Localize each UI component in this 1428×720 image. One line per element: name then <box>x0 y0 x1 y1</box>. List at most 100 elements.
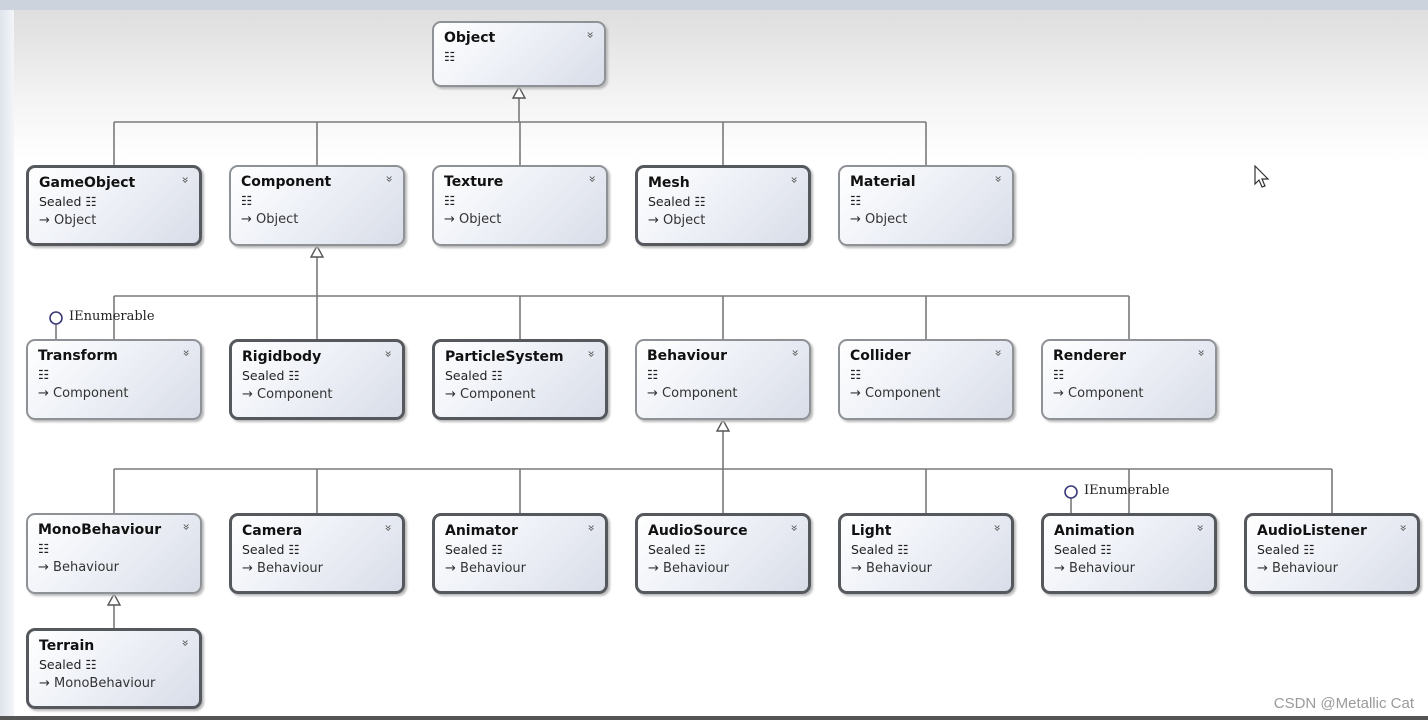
class-node-monobehaviour[interactable]: MonoBehaviour » ☷ → Behaviour <box>26 513 202 594</box>
base-class-name: Behaviour <box>53 560 120 575</box>
class-kind: Sealed ☷ <box>445 542 503 557</box>
base-class-name: Component <box>865 386 941 401</box>
chevron-double-down-icon[interactable]: » <box>991 175 1005 182</box>
base-class-name: Component <box>53 386 129 401</box>
chevron-double-down-icon[interactable]: » <box>1193 524 1207 531</box>
class-node-transform[interactable]: Transform » ☷ → Component <box>26 339 202 420</box>
class-icon: ☷ <box>1053 367 1065 382</box>
chevron-double-down-icon[interactable]: » <box>787 524 801 531</box>
class-name: Animator <box>445 523 518 539</box>
base-class-name: Component <box>1068 386 1144 401</box>
class-node-light[interactable]: Light » Sealed ☷ → Behaviour <box>838 513 1014 594</box>
class-kind: Sealed ☷ <box>1257 542 1315 557</box>
class-node-terrain[interactable]: Terrain » Sealed ☷ → MonoBehaviour <box>26 628 202 709</box>
class-kind: ☷ <box>241 193 252 208</box>
sealed-label: Sealed <box>648 542 691 557</box>
class-node-renderer[interactable]: Renderer » ☷ → Component <box>1041 339 1217 420</box>
class-kind: Sealed ☷ <box>851 542 909 557</box>
chevron-double-down-icon[interactable]: » <box>178 639 192 646</box>
class-node-material[interactable]: Material » ☷ → Object <box>838 165 1014 246</box>
chevron-double-down-icon[interactable]: » <box>788 349 802 356</box>
class-node-animator[interactable]: Animator » Sealed ☷ → Behaviour <box>432 513 608 594</box>
class-name: Renderer <box>1053 348 1127 364</box>
class-name: AudioSource <box>648 523 748 539</box>
class-node-animation[interactable]: Animation » Sealed ☷ → Behaviour <box>1041 513 1217 594</box>
class-node-object[interactable]: Object » ☷ <box>432 21 606 87</box>
chevron-double-down-icon[interactable]: » <box>584 524 598 531</box>
inheritance-arrow-icon: → <box>648 561 659 576</box>
sealed-label: Sealed <box>648 194 691 209</box>
inheritance-arrow-icon: → <box>648 213 659 228</box>
inheritance-arrow-icon: → <box>242 387 253 402</box>
chevron-double-down-icon[interactable]: » <box>991 349 1005 356</box>
base-class-name: Object <box>459 212 502 227</box>
class-icon: ☷ <box>444 193 456 208</box>
class-node-rigidbody[interactable]: Rigidbody » Sealed ☷ → Component <box>229 339 405 420</box>
bottom-border <box>0 716 1428 720</box>
chevron-double-down-icon[interactable]: » <box>382 175 396 182</box>
class-name: Texture <box>444 174 504 190</box>
chevron-double-down-icon[interactable]: » <box>179 523 193 530</box>
class-kind: ☷ <box>850 193 861 208</box>
class-kind: Sealed ☷ <box>648 194 706 209</box>
chevron-double-down-icon[interactable]: » <box>1194 349 1208 356</box>
sealed-label: Sealed <box>39 657 82 672</box>
class-icon: ☷ <box>85 194 97 209</box>
chevron-double-down-icon[interactable]: » <box>1396 524 1410 531</box>
chevron-double-down-icon[interactable]: » <box>990 524 1004 531</box>
class-name: Object <box>444 30 496 46</box>
chevron-double-down-icon[interactable]: » <box>787 176 801 183</box>
chevron-double-down-icon[interactable]: » <box>585 175 599 182</box>
class-name: ParticleSystem <box>445 349 564 365</box>
class-icon: ☷ <box>694 194 706 209</box>
class-node-audiolistener[interactable]: AudioListener » Sealed ☷ → Behaviour <box>1244 513 1420 594</box>
class-name: Collider <box>850 348 911 364</box>
generalization-arrow-monobehaviour <box>106 592 122 606</box>
class-icon: ☷ <box>850 367 862 382</box>
class-node-gameobject[interactable]: GameObject » Sealed ☷ → Object <box>26 165 202 246</box>
class-icon: ☷ <box>85 657 97 672</box>
inheritance-arrow-icon: → <box>39 676 50 691</box>
chevron-double-down-icon[interactable]: » <box>179 349 193 356</box>
class-icon: ☷ <box>491 368 503 383</box>
base-class-name: Behaviour <box>1272 561 1339 576</box>
class-icon: ☷ <box>38 541 50 556</box>
sealed-label: Sealed <box>39 194 82 209</box>
class-node-camera[interactable]: Camera » Sealed ☷ → Behaviour <box>229 513 405 594</box>
lollipop-interface-icon <box>49 311 63 325</box>
inheritance-arrow-icon: → <box>38 560 49 575</box>
base-class-name: Object <box>54 213 97 228</box>
chevron-double-down-icon[interactable]: » <box>584 350 598 357</box>
base-class: → Component <box>647 386 738 401</box>
inheritance-arrow-icon: → <box>242 561 253 576</box>
class-icon: ☷ <box>288 368 300 383</box>
base-class-name: Behaviour <box>1069 561 1136 576</box>
chevron-double-down-icon[interactable]: » <box>381 350 395 357</box>
chevron-double-down-icon[interactable]: » <box>583 31 597 38</box>
base-class: → Behaviour <box>38 560 119 575</box>
class-node-particlesystem[interactable]: ParticleSystem » Sealed ☷ → Component <box>432 339 608 420</box>
class-icon: ☷ <box>1100 542 1112 557</box>
class-name: AudioListener <box>1257 523 1367 539</box>
class-node-audiosource[interactable]: AudioSource » Sealed ☷ → Behaviour <box>635 513 811 594</box>
class-node-component[interactable]: Component » ☷ → Object <box>229 165 405 246</box>
inheritance-arrow-icon: → <box>444 212 455 227</box>
inheritance-arrow-icon: → <box>851 561 862 576</box>
chevron-double-down-icon[interactable]: » <box>381 524 395 531</box>
chevron-double-down-icon[interactable]: » <box>178 176 192 183</box>
class-icon: ☷ <box>850 193 862 208</box>
class-icon: ☷ <box>1303 542 1315 557</box>
class-node-collider[interactable]: Collider » ☷ → Component <box>838 339 1014 420</box>
base-class: → Object <box>241 212 298 227</box>
sealed-label: Sealed <box>242 542 285 557</box>
inheritance-arrow-icon: → <box>241 212 252 227</box>
interface-label: IEnumerable <box>1084 483 1170 498</box>
class-node-behaviour[interactable]: Behaviour » ☷ → Component <box>635 339 811 420</box>
sealed-label: Sealed <box>242 368 285 383</box>
class-name: GameObject <box>39 175 136 191</box>
class-node-mesh[interactable]: Mesh » Sealed ☷ → Object <box>635 165 811 246</box>
class-name: Camera <box>242 523 303 539</box>
class-kind: Sealed ☷ <box>242 542 300 557</box>
base-class: → Behaviour <box>242 561 323 576</box>
class-node-texture[interactable]: Texture » ☷ → Object <box>432 165 608 246</box>
